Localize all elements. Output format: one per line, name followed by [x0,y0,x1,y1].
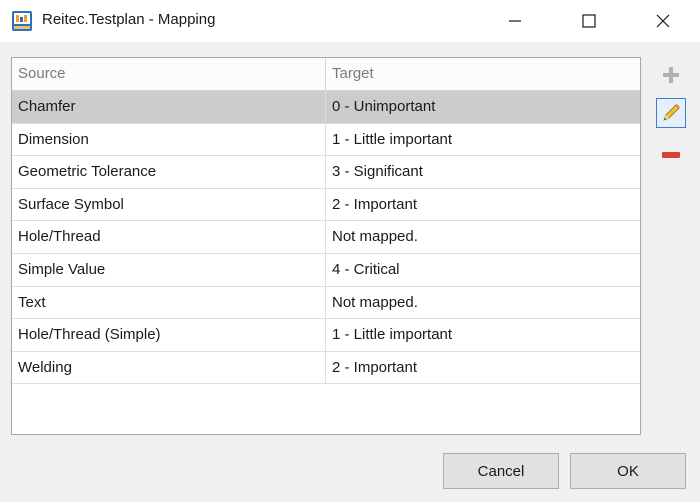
testplan-app-icon [11,10,33,32]
maximize-button[interactable] [566,0,612,42]
table-row[interactable]: Chamfer 0 - Unimportant [12,91,640,124]
source-cell[interactable]: Geometric Tolerance [12,156,326,189]
target-cell[interactable]: 4 - Critical [326,254,640,286]
title-bar: Reitec.Testplan - Mapping [0,0,700,42]
ok-button[interactable]: OK [570,453,686,489]
table-row[interactable]: Simple Value 4 - Critical [12,253,640,287]
table-row[interactable]: Dimension 1 - Little important [12,123,640,157]
edit-pencil-icon [663,104,680,121]
mapping-grid[interactable]: Source Target Chamfer 0 - Unimportant Di… [11,57,641,435]
add-icon [663,67,679,83]
remove-icon [662,152,680,158]
table-row[interactable]: Geometric Tolerance 3 - Significant [12,156,640,189]
grid-rows: Chamfer 0 - Unimportant Dimension 1 - Li… [12,91,640,385]
source-cell[interactable]: Chamfer [12,91,326,123]
minimize-button[interactable] [492,0,538,42]
source-cell[interactable]: Dimension [12,123,326,156]
close-icon [656,14,670,28]
close-button[interactable] [640,0,686,42]
target-cell[interactable]: 2 - Important [326,352,640,384]
target-cell[interactable]: Not mapped. [326,221,640,253]
edit-mapping-button[interactable] [656,98,686,128]
target-cell[interactable]: Not mapped. [326,287,640,319]
target-cell[interactable]: 1 - Little important [326,124,640,156]
minimize-icon [509,20,521,22]
table-row[interactable]: Hole/Thread Not mapped. [12,221,640,254]
maximize-icon [582,14,596,28]
column-header-source[interactable]: Source [12,58,326,90]
table-row[interactable]: Text Not mapped. [12,286,640,320]
column-header-target[interactable]: Target [326,58,640,90]
source-cell[interactable]: Hole/Thread (Simple) [12,319,326,352]
target-cell[interactable]: 0 - Unimportant [326,91,640,123]
source-cell[interactable]: Surface Symbol [12,188,326,221]
target-cell[interactable]: 3 - Significant [326,156,640,188]
target-cell[interactable]: 2 - Important [326,189,640,221]
grid-header: Source Target [12,58,640,91]
target-cell[interactable]: 1 - Little important [326,319,640,351]
table-row[interactable]: Surface Symbol 2 - Important [12,188,640,222]
table-row[interactable]: Hole/Thread (Simple) 1 - Little importan… [12,319,640,352]
source-cell[interactable]: Simple Value [12,253,326,286]
add-mapping-button[interactable] [656,60,686,90]
cancel-button[interactable]: Cancel [443,453,559,489]
source-cell[interactable]: Text [12,286,326,319]
remove-mapping-button[interactable] [656,140,686,170]
source-cell[interactable]: Welding [12,351,326,384]
window-title: Reitec.Testplan - Mapping [42,11,216,28]
source-cell[interactable]: Hole/Thread [12,221,326,254]
table-row[interactable]: Welding 2 - Important [12,351,640,385]
